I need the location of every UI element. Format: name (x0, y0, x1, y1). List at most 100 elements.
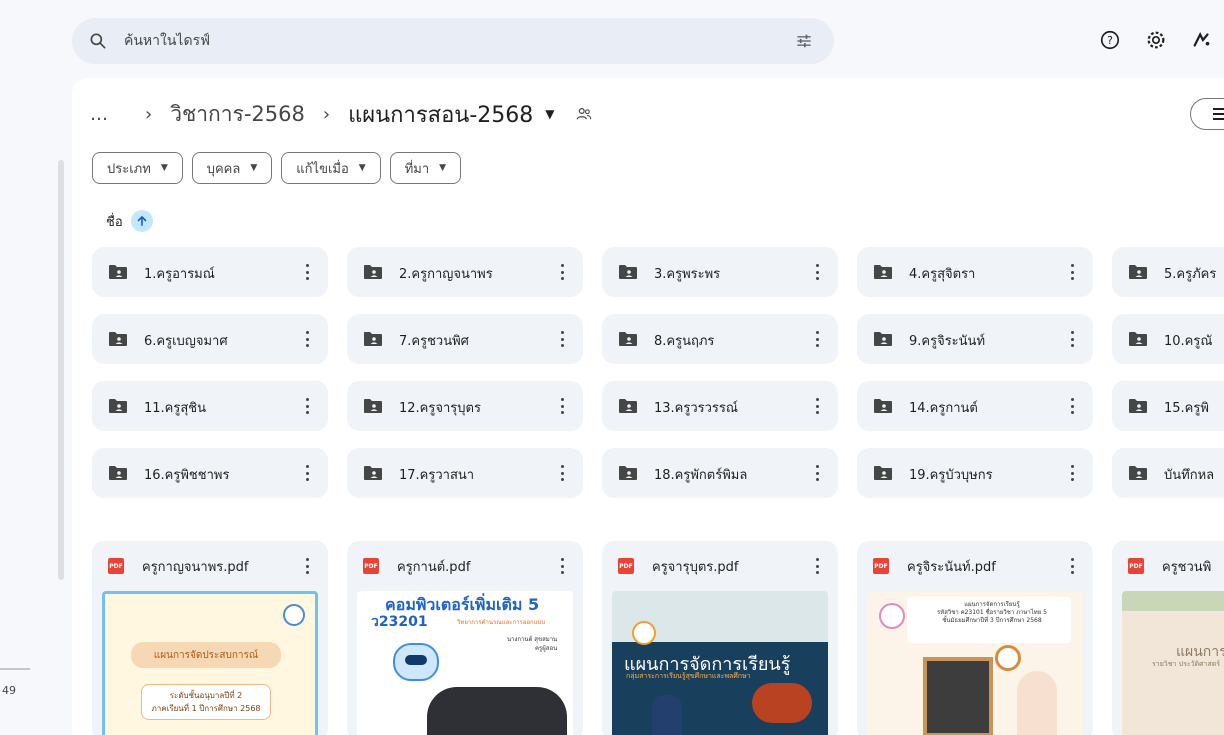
folder-name: 8.ครูนฤภร (654, 334, 715, 349)
folder-name: 13.ครูวรวรรณ์ (654, 401, 738, 416)
more-actions-icon[interactable] (559, 462, 565, 484)
shared-folder-icon (364, 332, 382, 346)
folder-item[interactable]: 3.ครูพระพร (602, 247, 838, 297)
folder-name: 3.ครูพระพร (654, 267, 721, 282)
more-actions-icon[interactable] (559, 555, 565, 577)
file-name: ครูชวนพิ (1162, 559, 1212, 575)
shared-folder-icon (874, 399, 892, 413)
folder-item[interactable]: 6.ครูเบญจมาศ (92, 314, 328, 364)
more-actions-icon[interactable] (304, 328, 310, 350)
scrollbar-thumb[interactable] (58, 160, 64, 580)
folder-item[interactable]: 12.ครูจารุบุตร (347, 381, 583, 431)
pdf-icon: PDF (108, 558, 124, 574)
more-actions-icon[interactable] (559, 328, 565, 350)
folder-item[interactable]: 8.ครูนฤภร (602, 314, 838, 364)
search-options-icon[interactable] (794, 31, 814, 51)
gemini-icon[interactable] (1190, 28, 1214, 52)
sort-ascending-icon[interactable] (130, 210, 153, 232)
shared-folder-icon (364, 466, 382, 480)
shared-folder-icon (364, 399, 382, 413)
more-actions-icon[interactable] (304, 395, 310, 417)
settings-icon[interactable] (1144, 28, 1168, 52)
more-actions-icon[interactable] (1069, 328, 1075, 350)
school-seal-icon (632, 621, 656, 645)
folder-name: 9.ครูจิระนันท์ (909, 334, 986, 349)
file-card[interactable]: PDF ครูจารุบุตร.pdf แผนการจัดการเรียนรู้ … (602, 541, 838, 735)
folder-name: 14.ครูกานต์ (909, 401, 978, 416)
folder-item[interactable]: 15.ครูพิ (1112, 381, 1224, 431)
breadcrumb-separator: › (145, 103, 153, 125)
breadcrumb-current[interactable]: แผนการสอน-2568 (348, 97, 533, 132)
filter-modified-chip[interactable]: แก้ไขเมื่อ ▼ (281, 152, 381, 184)
folder-item[interactable]: 5.ครูภัคร (1112, 247, 1224, 297)
folder-item[interactable]: 17.ครูวาสนา (347, 448, 583, 498)
folder-name: 4.ครูสุจิตรา (909, 267, 976, 282)
file-thumbnail: แผนการจัดการเรียนรู้ กลุ่มสาระการเรียนรู… (612, 591, 828, 735)
folder-item[interactable]: 9.ครูจิระนันท์ (857, 314, 1093, 364)
more-actions-icon[interactable] (814, 395, 820, 417)
more-actions-icon[interactable] (559, 395, 565, 417)
more-actions-icon[interactable] (304, 555, 310, 577)
filter-type-chip[interactable]: ประเภท ▼ (92, 152, 183, 184)
more-actions-icon[interactable] (1069, 462, 1075, 484)
thumb-title: แผนการจัดการเรียนรู้ รหัสวิชา ค23101 ชื่อ… (937, 601, 1047, 624)
file-card[interactable]: PDF ครูจิระนันท์.pdf แผนการจัดการเรียนรู้… (857, 541, 1093, 735)
sort-by-name[interactable]: ชื่อ (106, 210, 153, 232)
file-card[interactable]: PDF ครูชวนพิ แผนการ รายวิชา ประวัติศาสตร์ (1112, 541, 1224, 735)
list-view-toggle[interactable] (1190, 98, 1224, 130)
storage-text: 49 (2, 684, 16, 697)
file-thumbnail: แผนการจัดการเรียนรู้ รหัสวิชา ค23101 ชื่อ… (867, 591, 1083, 735)
shared-folder-icon (619, 265, 637, 279)
more-actions-icon[interactable] (1069, 261, 1075, 283)
folder-name: 1.ครูอารมณ์ (144, 267, 215, 282)
top-icons: ? (1098, 28, 1214, 52)
more-actions-icon[interactable] (814, 261, 820, 283)
folder-name: 7.ครูชวนพิศ (399, 334, 469, 349)
folder-item[interactable]: 2.ครูกาญจนาพร (347, 247, 583, 297)
folder-item[interactable]: 11.ครูสุชิน (92, 381, 328, 431)
shared-folder-icon (874, 265, 892, 279)
folder-item[interactable]: 7.ครูชวนพิศ (347, 314, 583, 364)
more-actions-icon[interactable] (304, 462, 310, 484)
file-card[interactable]: PDF ครูกานต์.pdf คอมพิวเตอร์เพิ่มเติม 5 ว… (347, 541, 583, 735)
breadcrumb-parent[interactable]: วิชาการ-2568 (170, 98, 305, 131)
filter-people-chip[interactable]: บุคคล ▼ (191, 152, 273, 184)
breadcrumb-separator: › (322, 103, 331, 125)
file-name: ครูกานต์.pdf (397, 559, 471, 575)
main-content: … › วิชาการ-2568 › แผนการสอน-2568 ▼ ประเ… (72, 78, 1224, 735)
search-box[interactable] (72, 18, 834, 64)
school-seal-icon (283, 604, 305, 626)
shared-folder-icon[interactable] (575, 105, 593, 123)
folder-item[interactable]: 18.ครูพักตร์พิมล (602, 448, 838, 498)
more-actions-icon[interactable] (814, 328, 820, 350)
file-thumbnail: คอมพิวเตอร์เพิ่มเติม 5 ว23201 วิทยาการคำ… (357, 591, 573, 735)
help-icon[interactable]: ? (1098, 28, 1122, 52)
folder-item[interactable]: 1.ครูอารมณ์ (92, 247, 328, 297)
more-actions-icon[interactable] (814, 555, 820, 577)
file-name: ครูจิระนันท์.pdf (907, 559, 996, 575)
search-icon[interactable] (88, 31, 108, 51)
more-actions-icon[interactable] (814, 462, 820, 484)
folder-item[interactable]: 14.ครูกานต์ (857, 381, 1093, 431)
file-name: ครูกาญจนาพร.pdf (142, 559, 249, 575)
folder-item[interactable]: 4.ครูสุจิตรา (857, 247, 1093, 297)
folder-item[interactable]: บันทึกหล (1112, 448, 1224, 498)
shared-folder-icon (1129, 265, 1147, 279)
breadcrumb-more[interactable]: … (90, 104, 109, 125)
left-rail: 49 (0, 0, 72, 735)
more-actions-icon[interactable] (304, 261, 310, 283)
more-actions-icon[interactable] (1069, 555, 1075, 577)
folder-item[interactable]: 19.ครูบัวบุษกร (857, 448, 1093, 498)
folder-item[interactable]: 10.ครูณั (1112, 314, 1224, 364)
more-actions-icon[interactable] (559, 261, 565, 283)
folder-item[interactable]: 13.ครูวรวรรณ์ (602, 381, 838, 431)
search-input[interactable] (124, 29, 724, 53)
filter-source-chip[interactable]: ที่มา ▼ (389, 152, 462, 184)
more-actions-icon[interactable] (1069, 395, 1075, 417)
svg-text:?: ? (1107, 34, 1113, 47)
folder-menu-caret-icon[interactable]: ▼ (545, 107, 554, 121)
folder-item[interactable]: 16.ครูพิชชาพร (92, 448, 328, 498)
shared-folder-icon (619, 466, 637, 480)
thumb-title: แผนการจัดประสบการณ์ (131, 642, 281, 668)
file-card[interactable]: PDF ครูกาญจนาพร.pdf แผนการจัดประสบการณ์ ร… (92, 541, 328, 735)
